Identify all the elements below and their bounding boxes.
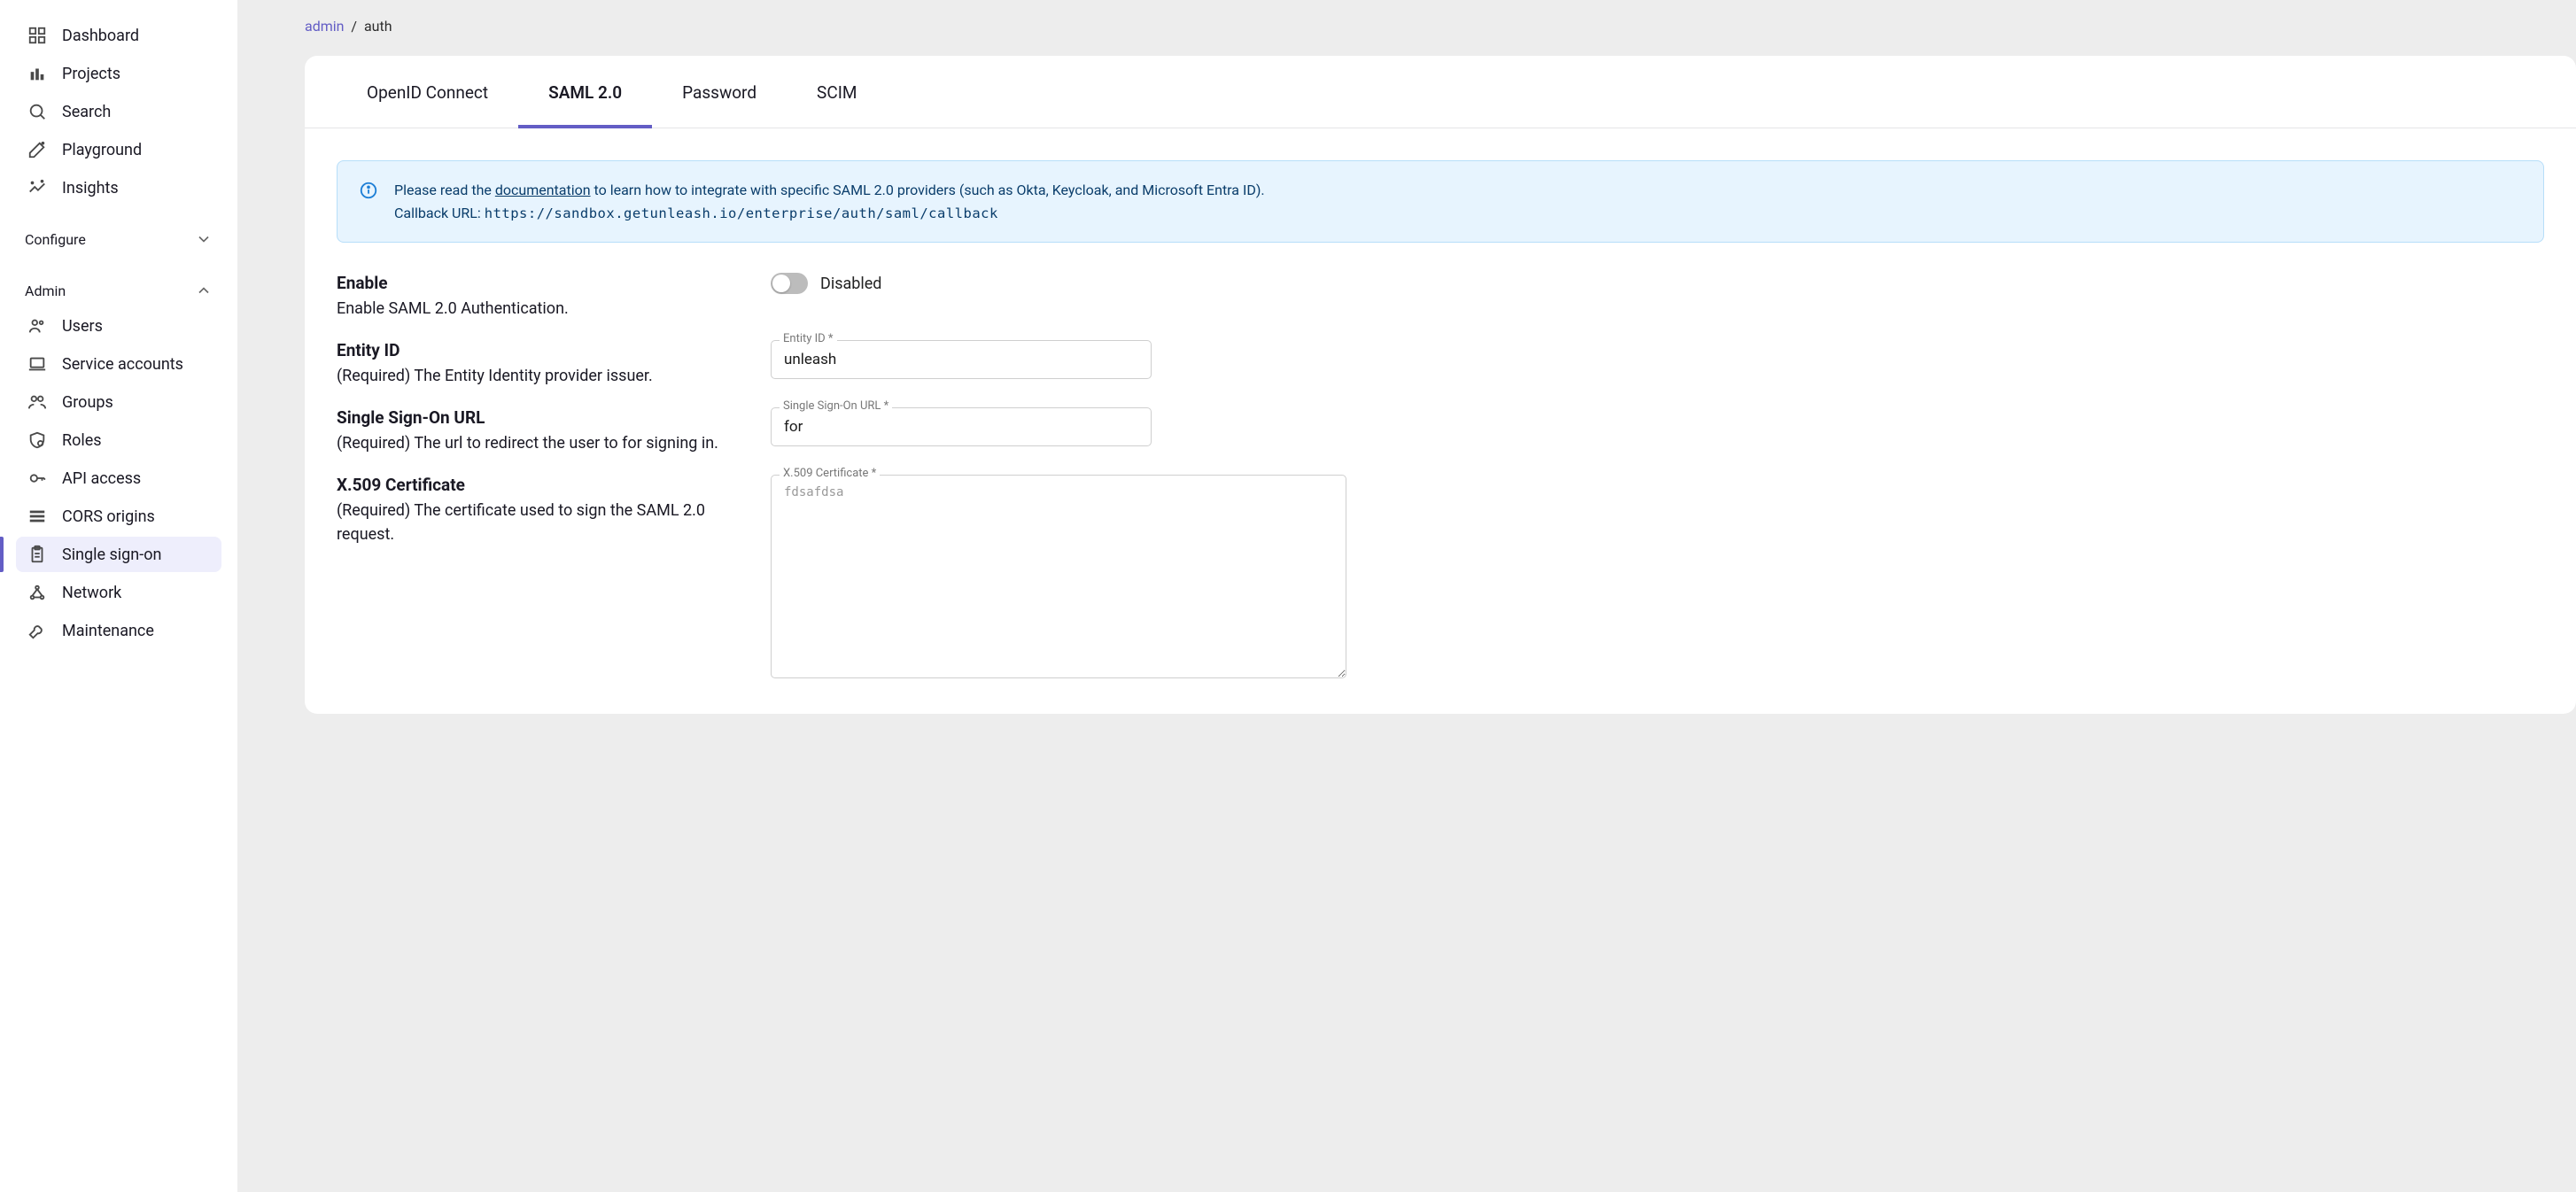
main-content: admin / auth OpenID Connect SAML 2.0 Pas… <box>237 0 2576 1192</box>
entity-title: Entity ID <box>337 340 762 360</box>
sidebar-item-dashboard[interactable]: Dashboard <box>16 18 221 53</box>
sidebar-item-service-accounts[interactable]: Service accounts <box>16 346 221 382</box>
enable-desc: Enable SAML 2.0 Authentication. <box>337 297 762 321</box>
sidebar-item-single-sign-on[interactable]: Single sign-on <box>16 537 221 572</box>
breadcrumb-sep: / <box>351 18 357 35</box>
sidebar-item-label: Dashboard <box>62 27 139 45</box>
insights-icon <box>27 177 48 198</box>
dashboard-icon <box>27 25 48 46</box>
chevron-down-icon <box>195 230 213 248</box>
sidebar-section-admin[interactable]: Admin <box>0 273 237 308</box>
entity-field-info: Entity ID (Required) The Entity Identity… <box>337 340 762 388</box>
cert-field: X.509 Certificate * <box>771 475 1346 682</box>
enable-toggle-label: Disabled <box>820 275 881 293</box>
enable-toggle[interactable] <box>771 273 808 294</box>
entity-id-field: Entity ID * <box>771 340 1152 379</box>
tabs: OpenID Connect SAML 2.0 Password SCIM <box>305 56 2576 128</box>
sidebar-item-roles[interactable]: Roles <box>16 422 221 458</box>
documentation-link[interactable]: documentation <box>495 182 591 198</box>
search-icon <box>27 101 48 122</box>
sidebar-item-label: Projects <box>62 65 120 83</box>
sidebar-item-label: Users <box>62 317 103 336</box>
enable-field-info: Enable Enable SAML 2.0 Authentication. <box>337 273 762 321</box>
sidebar-item-users[interactable]: Users <box>16 308 221 344</box>
settings-card: OpenID Connect SAML 2.0 Password SCIM Pl… <box>305 56 2576 714</box>
sidebar-item-label: API access <box>62 469 141 488</box>
users-icon <box>27 315 48 337</box>
enable-toggle-row: Disabled <box>771 273 2544 294</box>
tab-saml[interactable]: SAML 2.0 <box>518 56 652 128</box>
playground-icon <box>27 139 48 160</box>
entity-desc: (Required) The Entity Identity provider … <box>337 364 762 388</box>
projects-icon <box>27 63 48 84</box>
laptop-icon <box>27 353 48 375</box>
sso-url-field: Single Sign-On URL * <box>771 407 1152 446</box>
info-alert: Please read the documentation to learn h… <box>337 160 2544 243</box>
shield-icon <box>27 430 48 451</box>
sidebar-item-projects[interactable]: Projects <box>16 56 221 91</box>
sso-field-info: Single Sign-On URL (Required) The url to… <box>337 407 762 455</box>
sidebar-item-maintenance[interactable]: Maintenance <box>16 613 221 648</box>
sso-desc: (Required) The url to redirect the user … <box>337 431 762 455</box>
info-icon <box>359 181 378 224</box>
breadcrumb-root[interactable]: admin <box>305 18 344 35</box>
breadcrumb: admin / auth <box>305 18 2576 35</box>
tab-scim[interactable]: SCIM <box>787 56 887 128</box>
callback-url: https://sandbox.getunleash.io/enterprise… <box>485 205 998 221</box>
entity-id-input[interactable] <box>771 340 1152 379</box>
sidebar-section-configure[interactable]: Configure <box>0 221 237 257</box>
sidebar-item-label: Network <box>62 584 121 602</box>
sidebar-item-api-access[interactable]: API access <box>16 461 221 496</box>
sidebar-item-label: CORS origins <box>62 507 155 526</box>
cert-title: X.509 Certificate <box>337 475 762 495</box>
sso-title: Single Sign-On URL <box>337 407 762 428</box>
sidebar-item-label: Groups <box>62 393 113 412</box>
sidebar-item-label: Playground <box>62 141 142 159</box>
sso-input-label: Single Sign-On URL * <box>780 399 892 413</box>
clipboard-icon <box>27 544 48 565</box>
network-icon <box>27 582 48 603</box>
cert-input-label: X.509 Certificate * <box>780 467 880 480</box>
sidebar: Dashboard Projects Search Playground Ins… <box>0 0 237 1192</box>
sidebar-item-label: Single sign-on <box>62 546 161 564</box>
sidebar-item-network[interactable]: Network <box>16 575 221 610</box>
groups-icon <box>27 391 48 413</box>
section-title: Configure <box>25 231 86 248</box>
cert-field-info: X.509 Certificate (Required) The certifi… <box>337 475 762 546</box>
cors-icon <box>27 506 48 527</box>
cert-textarea[interactable] <box>771 475 1346 678</box>
sso-url-input[interactable] <box>771 407 1152 446</box>
sidebar-item-label: Insights <box>62 179 119 197</box>
sidebar-item-label: Search <box>62 103 111 121</box>
callback-label: Callback URL: <box>394 205 485 221</box>
sidebar-item-label: Roles <box>62 431 102 450</box>
sidebar-item-playground[interactable]: Playground <box>16 132 221 167</box>
breadcrumb-current: auth <box>364 18 392 35</box>
sidebar-item-search[interactable]: Search <box>16 94 221 129</box>
sidebar-item-groups[interactable]: Groups <box>16 384 221 420</box>
sidebar-item-insights[interactable]: Insights <box>16 170 221 205</box>
entity-input-label: Entity ID * <box>780 332 837 345</box>
cert-desc: (Required) The certificate used to sign … <box>337 499 762 546</box>
key-icon <box>27 468 48 489</box>
alert-prefix: Please read the <box>394 182 495 198</box>
sidebar-item-cors-origins[interactable]: CORS origins <box>16 499 221 534</box>
sidebar-item-label: Maintenance <box>62 622 154 640</box>
chevron-up-icon <box>195 282 213 299</box>
tab-password[interactable]: Password <box>652 56 787 128</box>
alert-suffix: to learn how to integrate with specific … <box>591 182 1265 198</box>
section-title: Admin <box>25 283 66 299</box>
wrench-icon <box>27 620 48 641</box>
sidebar-item-label: Service accounts <box>62 355 183 374</box>
enable-title: Enable <box>337 273 762 293</box>
tab-openid-connect[interactable]: OpenID Connect <box>337 56 518 128</box>
